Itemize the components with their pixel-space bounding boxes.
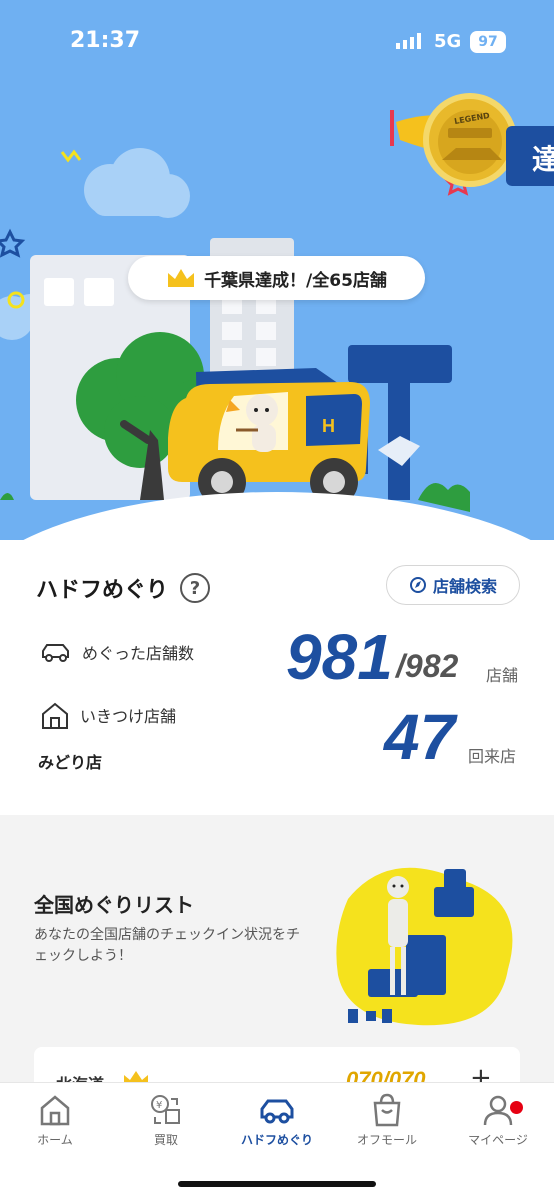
tab-hadofu-meguri-label: ハドフめぐり — [240, 1133, 313, 1147]
bottom-tab-bar: ホーム ¥ 買取 ハドフめぐり オフモール マイページ — [0, 1082, 554, 1200]
store-unit: 店舗 — [486, 666, 519, 685]
svg-text:¥: ¥ — [156, 1100, 162, 1111]
notification-badge — [510, 1101, 523, 1114]
home-icon — [40, 1095, 70, 1126]
tab-home-label: ホーム — [37, 1133, 73, 1147]
compass-icon — [409, 577, 426, 593]
favorite-store-label: いきつけ店舗 — [80, 707, 177, 726]
total-store-count: /982 — [396, 648, 459, 684]
list-description: あなたの全国店舗のチェックイン状況をチェックしよう！ — [34, 927, 300, 964]
store-search-label: 店舗検索 — [432, 577, 497, 596]
signal-icon — [396, 33, 421, 49]
achievement-flag-text: 達 — [532, 143, 554, 176]
svg-text:H: H — [322, 416, 335, 436]
visit-count: 47 — [384, 701, 456, 773]
battery-icon: 97 — [470, 31, 506, 53]
network-type: 5G — [434, 31, 462, 52]
status-time: 21:37 — [70, 28, 141, 53]
help-icon[interactable]: ? — [180, 573, 211, 603]
shopping-bag-icon — [373, 1093, 401, 1127]
visited-stores-label: めぐった店舗数 — [82, 644, 195, 663]
list-title: 全国めぐりリスト — [34, 893, 194, 917]
visited-count: 981 — [286, 621, 393, 693]
store-search-button[interactable]: 店舗検索 — [386, 565, 520, 605]
tab-hadofu-meguri[interactable]: ハドフめぐり — [227, 1093, 327, 1148]
card-title: ハドフめぐり ? — [36, 572, 211, 604]
nationwide-list-section: 全国めぐりリスト あなたの全国店舗のチェックイン状況をチェックしよう！ 北海道 … — [0, 815, 554, 1127]
tab-buyback-label: 買取 — [153, 1133, 178, 1147]
achievement-pill[interactable]: 千葉県達成！/全65店舗 — [128, 256, 425, 300]
tab-buyback[interactable]: ¥ 買取 — [116, 1093, 216, 1148]
japan-map-illustration — [336, 867, 513, 1026]
home-indicator — [178, 1181, 376, 1187]
tab-offmall[interactable]: オフモール — [337, 1093, 437, 1148]
status-bar: 21:37 5G 97 — [0, 0, 554, 80]
achievement-text: 千葉県達成！/全65店舗 — [204, 270, 387, 291]
car-outline-icon — [42, 644, 69, 662]
visited-stores-row: めぐった店舗数 — [40, 640, 194, 664]
home-outline-icon — [42, 702, 68, 729]
card-title-text: ハドフめぐり — [36, 578, 169, 603]
hero-banner: H LEGEND 達 21:37 5G 97 千葉県達成！/全65店舗 — [0, 0, 554, 540]
favorite-store-name[interactable]: みどり店 — [38, 749, 102, 773]
tab-mypage-label: マイページ — [468, 1133, 528, 1147]
meguri-stats-card: ハドフめぐり ? 店舗検索 めぐった店舗数 981 /982 店舗 いきつけ店舗… — [0, 540, 554, 815]
visit-unit: 回来店 — [468, 747, 517, 766]
car-icon — [260, 1099, 294, 1124]
crown-icon — [168, 269, 195, 287]
favorite-store-row: いきつけ店舗 — [40, 700, 176, 730]
tab-offmall-label: オフモール — [356, 1133, 417, 1147]
tab-home[interactable]: ホーム — [5, 1093, 105, 1148]
buyback-icon: ¥ — [151, 1095, 180, 1124]
achievement-flag[interactable]: 達 — [506, 126, 554, 186]
tab-mypage[interactable]: マイページ — [448, 1093, 548, 1148]
